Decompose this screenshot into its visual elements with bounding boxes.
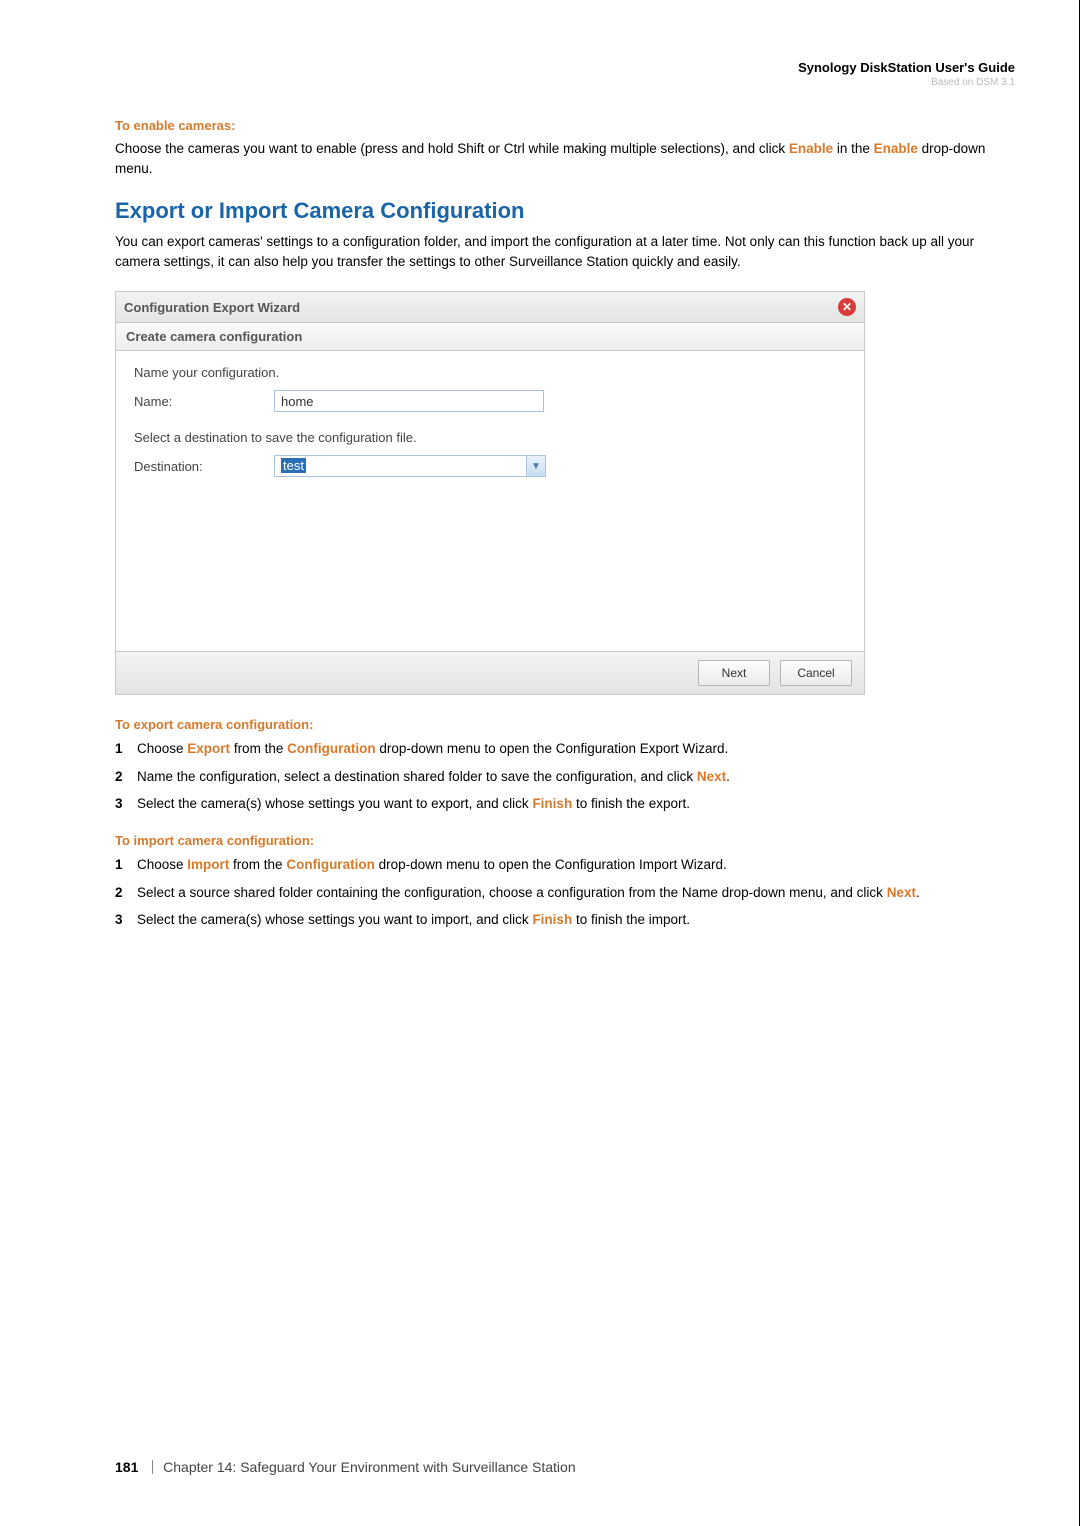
import-steps: Choose Import from the Configuration dro… [115, 854, 1015, 931]
import-step-2: Select a source shared folder containing… [115, 882, 1015, 904]
footer-separator [152, 1460, 153, 1474]
configuration-keyword: Configuration [286, 857, 374, 872]
export-step-3: Select the camera(s) whose settings you … [115, 793, 1015, 815]
finish-keyword: Finish [532, 912, 572, 927]
page-number: 181 [115, 1459, 138, 1475]
text: drop-down menu to open the Configuration… [375, 857, 727, 872]
import-keyword: Import [187, 857, 229, 872]
export-keyword: Export [187, 741, 230, 756]
text: Select the camera(s) whose settings you … [137, 912, 532, 927]
finish-keyword: Finish [532, 796, 572, 811]
import-step-3: Select the camera(s) whose settings you … [115, 909, 1015, 931]
text: drop-down menu to open the Configuration… [376, 741, 729, 756]
text: to finish the export. [572, 796, 690, 811]
text: from the [229, 857, 286, 872]
text: to finish the import. [572, 912, 690, 927]
page-border [0, 0, 1080, 1526]
text: . [916, 885, 920, 900]
next-keyword: Next [887, 885, 916, 900]
page-footer: 181 Chapter 14: Safeguard Your Environme… [115, 1459, 576, 1476]
export-step-2: Name the configuration, select a destina… [115, 766, 1015, 788]
text: Choose [137, 741, 187, 756]
next-keyword: Next [697, 769, 726, 784]
chapter-ref: Chapter 14: Safeguard Your Environment w… [163, 1459, 575, 1475]
text: Select the camera(s) whose settings you … [137, 796, 532, 811]
text: . [726, 769, 730, 784]
import-step-1: Choose Import from the Configuration dro… [115, 854, 1015, 876]
text: from the [230, 741, 287, 756]
text: Name the configuration, select a destina… [137, 769, 697, 784]
text: Select a source shared folder containing… [137, 885, 887, 900]
configuration-keyword: Configuration [287, 741, 375, 756]
export-step-1: Choose Export from the Configuration dro… [115, 738, 1015, 760]
export-steps: Choose Export from the Configuration dro… [115, 738, 1015, 815]
text: Choose [137, 857, 187, 872]
